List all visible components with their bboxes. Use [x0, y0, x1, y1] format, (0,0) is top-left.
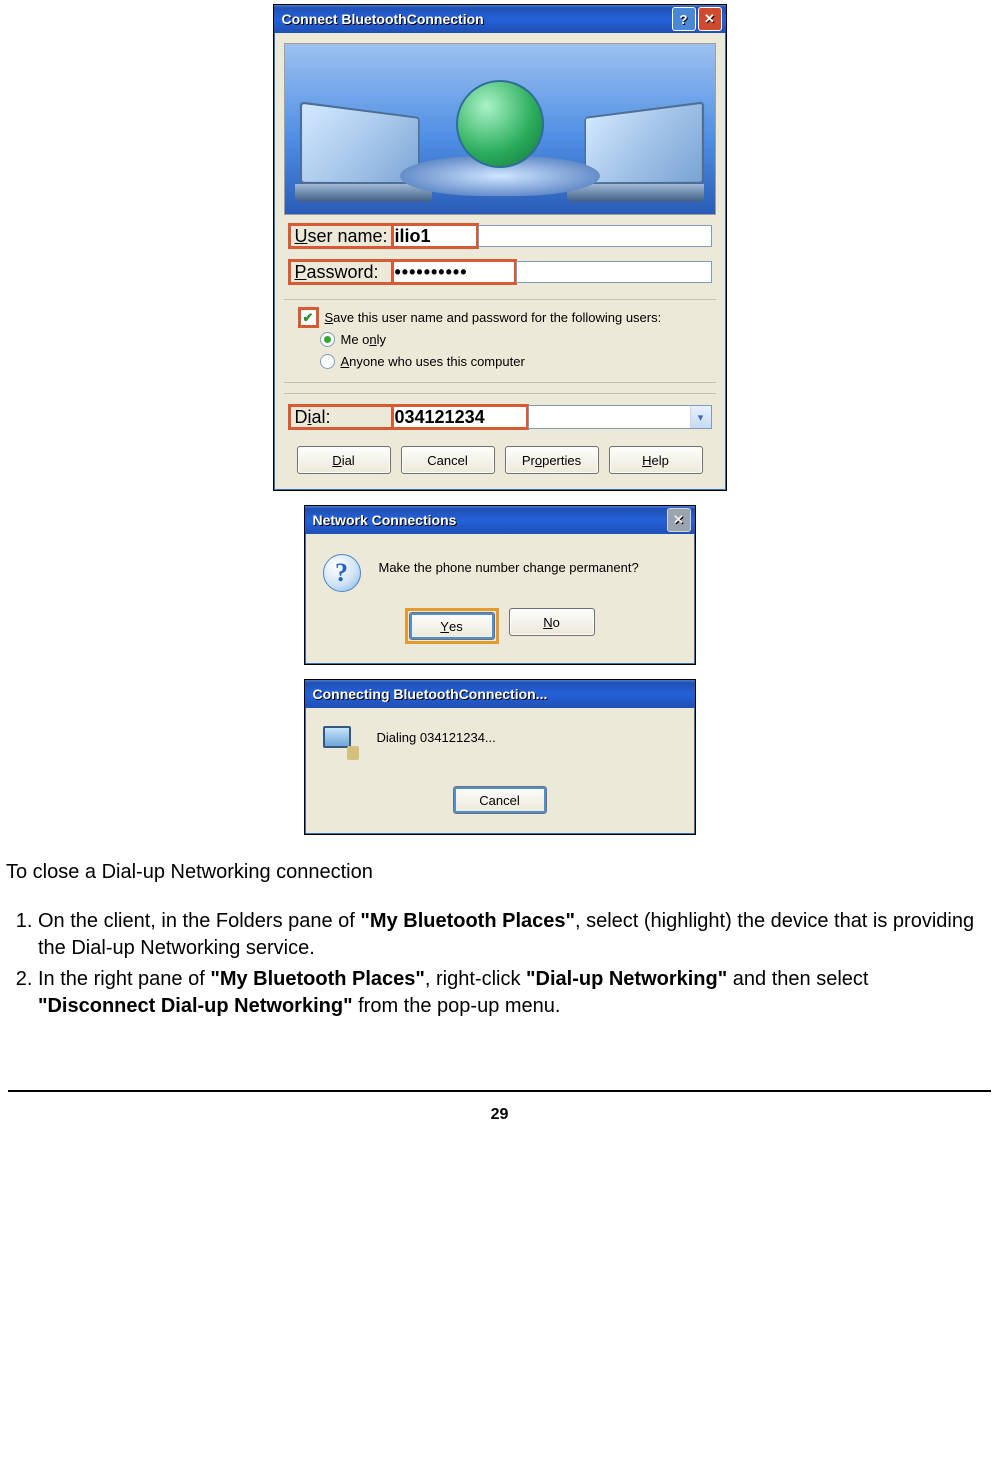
- hero-image: [284, 43, 716, 215]
- username-row: User name: ilio1: [288, 221, 712, 251]
- yes-highlight: Yes: [405, 608, 499, 644]
- radio-me-only[interactable]: Me only: [298, 328, 702, 350]
- yes-button[interactable]: Yes: [409, 612, 495, 640]
- connect-dialog: Connect BluetoothConnection ? ✕ User nam…: [273, 4, 727, 491]
- msgbox-titlebar[interactable]: Network Connections ✕: [305, 506, 695, 534]
- connect-title: Connect BluetoothConnection: [282, 11, 670, 27]
- globe-icon: [456, 80, 544, 168]
- instruction-heading: To close a Dial-up Networking connection: [6, 859, 991, 886]
- username-value[interactable]: ilio1: [395, 226, 431, 247]
- dial-label: Dial:: [295, 407, 331, 428]
- cancel-button[interactable]: Cancel: [401, 446, 495, 474]
- save-checkbox-label: Save this user name and password for the…: [325, 310, 662, 325]
- username-label-highlight: User name:: [288, 223, 394, 249]
- radio-icon[interactable]: [320, 332, 335, 347]
- help-icon[interactable]: ?: [672, 7, 696, 31]
- msgbox-title: Network Connections: [313, 512, 665, 528]
- laptop-left-icon: [299, 110, 429, 200]
- password-label-highlight: Password:: [288, 259, 394, 285]
- network-connections-msgbox: Network Connections ✕ ? Make the phone n…: [304, 505, 696, 665]
- radio-icon[interactable]: [320, 354, 335, 369]
- no-button[interactable]: No: [509, 608, 595, 636]
- dial-combo-value: [529, 406, 690, 428]
- save-options: ✔ Save this user name and password for t…: [284, 299, 716, 383]
- radio-me-label: Me only: [341, 332, 387, 347]
- password-value-highlight: ••••••••••: [391, 259, 517, 285]
- msgbox-buttons: Yes No: [305, 600, 695, 664]
- dial-combo[interactable]: ▾: [528, 405, 712, 429]
- username-label: User name:: [295, 226, 388, 247]
- connecting-status: Dialing 034121234...: [377, 726, 496, 745]
- connecting-titlebar[interactable]: Connecting BluetoothConnection...: [305, 680, 695, 708]
- save-checkbox-row[interactable]: ✔ Save this user name and password for t…: [298, 306, 702, 328]
- msgbox-message: Make the phone number change permanent?: [379, 554, 639, 575]
- close-icon: ✕: [667, 508, 691, 532]
- separator: [284, 393, 716, 394]
- dial-value-highlight: 034121234: [391, 404, 529, 430]
- chevron-down-icon[interactable]: ▾: [690, 406, 711, 428]
- password-value[interactable]: ••••••••••: [395, 262, 468, 283]
- password-row: Password: ••••••••••: [288, 257, 712, 287]
- network-icon: [323, 726, 361, 760]
- properties-button[interactable]: Properties: [505, 446, 599, 474]
- instruction-step-1: On the client, in the Folders pane of "M…: [38, 908, 991, 962]
- connecting-cancel-button[interactable]: Cancel: [453, 786, 547, 814]
- page-number: 29: [0, 1092, 999, 1124]
- dial-row: Dial: 034121234 ▾: [288, 402, 712, 432]
- dial-value[interactable]: 034121234: [395, 407, 485, 428]
- radio-anyone[interactable]: Anyone who uses this computer: [298, 350, 702, 372]
- username-input-rest[interactable]: [478, 225, 712, 247]
- close-icon[interactable]: ✕: [698, 7, 722, 31]
- radio-anyone-label: Anyone who uses this computer: [341, 354, 525, 369]
- dial-label-highlight: Dial:: [288, 404, 394, 430]
- username-value-highlight: ilio1: [391, 223, 479, 249]
- connecting-title: Connecting BluetoothConnection...: [313, 686, 691, 702]
- password-label: Password:: [295, 262, 379, 283]
- password-input-rest[interactable]: [516, 261, 712, 283]
- instruction-text: To close a Dial-up Networking connection…: [0, 835, 999, 1020]
- instruction-step-2: In the right pane of "My Bluetooth Place…: [38, 966, 991, 1020]
- connecting-dialog: Connecting BluetoothConnection... Dialin…: [304, 679, 696, 835]
- help-button[interactable]: Help: [609, 446, 703, 474]
- dial-button[interactable]: Dial: [297, 446, 391, 474]
- checkbox-icon[interactable]: ✔: [298, 307, 319, 328]
- connect-titlebar[interactable]: Connect BluetoothConnection ? ✕: [274, 5, 726, 33]
- connect-button-row: Dial Cancel Properties Help: [274, 442, 726, 490]
- laptop-right-icon: [571, 110, 701, 200]
- question-icon: ?: [323, 554, 361, 592]
